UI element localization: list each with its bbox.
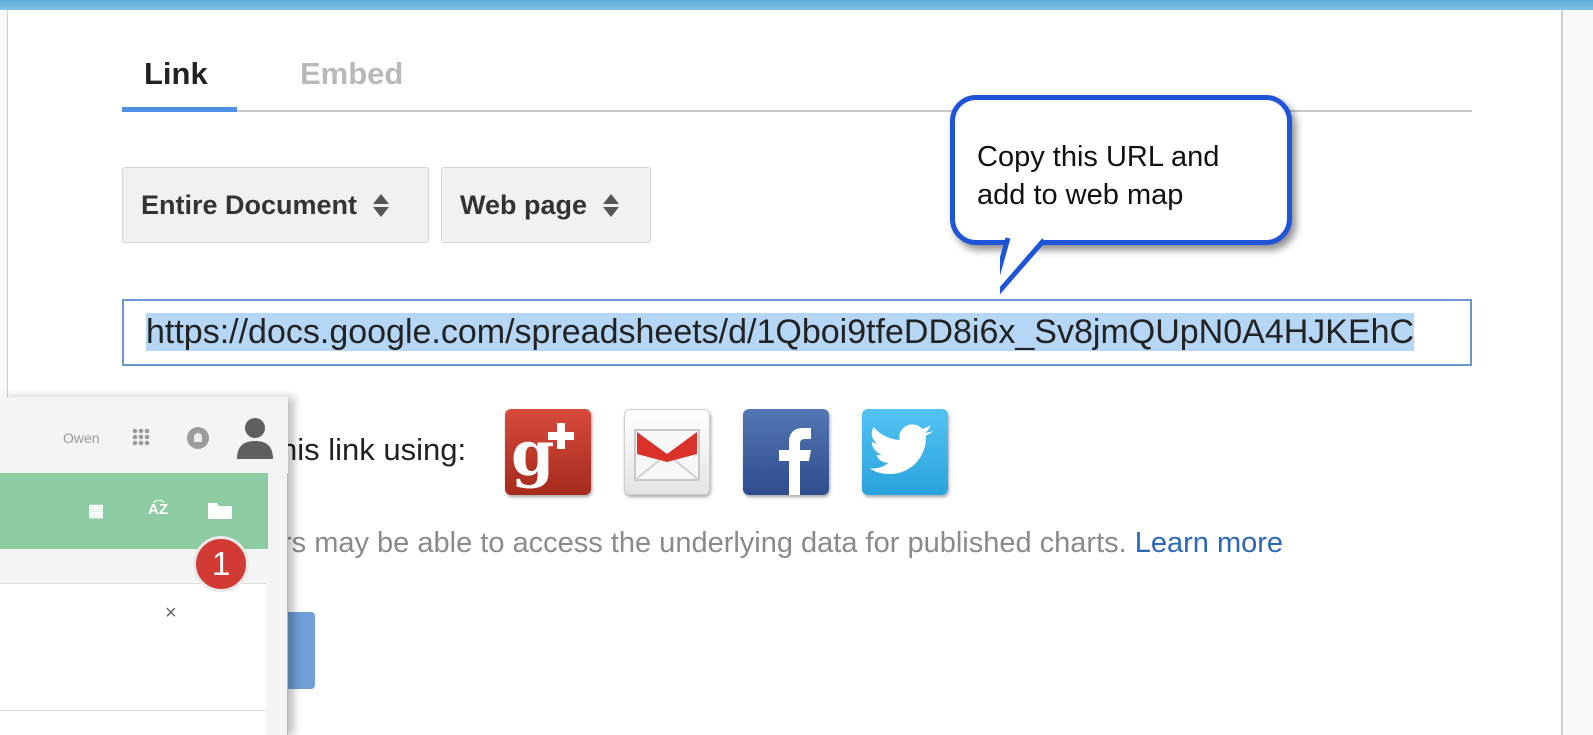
facebook-icon[interactable]: [743, 409, 829, 495]
format-select-value: Web page: [460, 189, 588, 220]
right-scrollbar[interactable]: [1561, 10, 1593, 735]
twitter-icon[interactable]: [862, 409, 948, 495]
format-select[interactable]: Web page: [441, 167, 651, 243]
window-top-strip: [0, 0, 1593, 10]
folder-icon[interactable]: [207, 500, 233, 520]
user-name: Owen: [63, 430, 100, 446]
range-select-value: Entire Document: [141, 189, 358, 220]
range-select[interactable]: Entire Document: [122, 167, 429, 243]
published-url-text: https://docs.google.com/spreadsheets/d/1…: [146, 313, 1415, 351]
share-label: his link using:: [280, 432, 467, 467]
svg-text:g: g: [511, 417, 554, 490]
tab-link[interactable]: Link: [144, 56, 208, 92]
select-arrows-icon: [373, 193, 390, 217]
apps-grid-icon[interactable]: [132, 428, 150, 446]
published-url-field[interactable]: https://docs.google.com/spreadsheets/d/1…: [122, 299, 1472, 366]
divider: [0, 710, 266, 711]
google-plus-icon[interactable]: g: [505, 409, 591, 495]
inset-panel: ×: [0, 583, 266, 735]
disclaimer-text: rs may be able to access the underlying …: [282, 527, 1135, 559]
learn-more-link[interactable]: Learn more: [1135, 527, 1283, 559]
select-arrows-icon: [603, 193, 620, 217]
tab-embed[interactable]: Embed: [300, 56, 403, 92]
sort-az-icon[interactable]: A͡Z: [148, 501, 168, 518]
inset-header: Owen: [0, 397, 288, 473]
step-number-badge: 1: [193, 536, 249, 592]
disclaimer-note: rs may be able to access the underlying …: [282, 527, 1283, 560]
gmail-icon[interactable]: [624, 409, 710, 495]
active-tab-indicator: [122, 107, 237, 112]
notifications-icon[interactable]: [187, 427, 209, 449]
callout-pointer: [1000, 236, 1046, 295]
inset-screenshot: Owen ▦ A͡Z × 1: [0, 397, 288, 735]
close-icon[interactable]: ×: [165, 602, 177, 625]
avatar[interactable]: [235, 415, 275, 459]
annotation-callout: Copy this URL and add to web map: [950, 95, 1292, 245]
callout-text: Copy this URL and add to web map: [977, 141, 1220, 211]
grid-icon[interactable]: ▦: [88, 501, 104, 521]
